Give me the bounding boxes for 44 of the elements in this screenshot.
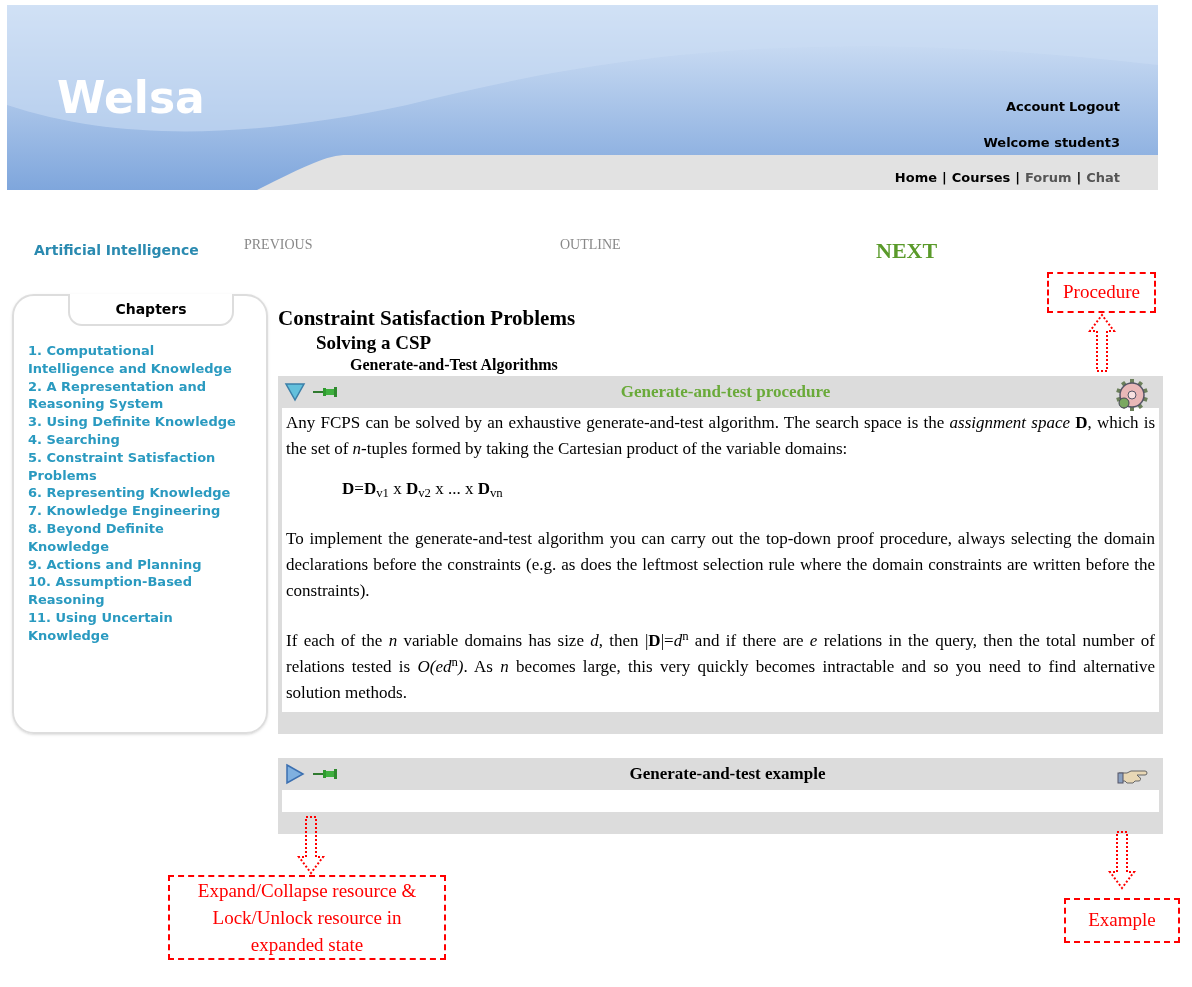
welcome-text: Welcome student3 — [983, 133, 1120, 152]
chapter-link[interactable]: 4. Searching — [28, 431, 236, 449]
section-heading: Solving a CSP — [316, 332, 433, 354]
nav-link[interactable]: Forum — [1024, 168, 1072, 188]
chapter-link[interactable]: 6. Representing Knowledge — [28, 484, 236, 503]
collapse-triangle-icon[interactable] — [284, 381, 306, 403]
annotation-label: Example — [1064, 898, 1180, 943]
nav-separator: | — [942, 169, 947, 187]
down-arrow-icon — [296, 815, 326, 875]
lesson-nav-link[interactable]: NEXT — [876, 233, 1192, 267]
resource-title: Generate-and-test example — [628, 763, 827, 786]
chapter-link[interactable]: 1. Computational Intelligence and Knowledge — [28, 342, 236, 378]
subsection-heading: Generate-and-Test Algorithms — [350, 355, 559, 376]
chapters-title: Chapters — [115, 299, 187, 319]
nav-separator: | — [1015, 169, 1020, 187]
chapter-link[interactable]: 8. Beyond Definite Knowledge — [28, 519, 236, 556]
annotation-label: Procedure — [1047, 272, 1157, 313]
paragraph: Any FCPS can be solved by an exhaustive generate-and-test algorithm. The search space is the assignment space D, which is the set of n-tuples formed by taking the Cartesian product of the variable domains: — [286, 412, 1155, 460]
formula: D=D$_{v1}$ x D$_{v2}$ x ... x D$_{vn}$ — [342, 478, 504, 502]
up-arrow-icon — [1086, 312, 1117, 373]
nav-link[interactable]: Courses — [951, 168, 1011, 188]
account-link[interactable]: Logout — [1069, 97, 1120, 117]
down-arrow-icon — [1107, 830, 1137, 890]
chapter-link[interactable]: 7. Knowledge Engineering — [28, 502, 236, 520]
gear-icon — [1113, 378, 1149, 412]
account-link[interactable]: Account — [1005, 97, 1066, 117]
pin-icon[interactable] — [312, 385, 338, 399]
annotation-label: Expand/Collapse resource & Lock/Unlock resource in expanded state — [168, 875, 446, 960]
nav-link[interactable]: Home — [894, 168, 937, 188]
chapter-link[interactable]: 2. A Representation and Reasoning System — [28, 377, 236, 414]
chapter-link[interactable]: 11. Using Uncertain Knowledge — [28, 608, 236, 645]
course-link[interactable]: Artificial Intelligence — [34, 239, 244, 261]
nav-link[interactable]: Chat — [1086, 168, 1120, 188]
chapter-link[interactable]: 9. Actions and Planning — [28, 555, 236, 574]
expand-triangle-icon[interactable] — [284, 763, 306, 785]
chapter-link[interactable]: 3. Using Definite Knowledge — [28, 413, 236, 431]
resource-title: Generate-and-test procedure — [619, 381, 832, 404]
nav-separator: | — [1076, 169, 1082, 187]
pin-icon[interactable] — [312, 767, 338, 781]
paragraph: To implement the generate-and-test algorithm you can carry out the top-down proof procedure, always selecting the domain declarations before the constraints (e.g. as does the leftmost selection rule where the domain constraints are written before the constraints). — [286, 528, 1155, 602]
chapter-link[interactable]: 5. Constraint Satisfaction Problems — [28, 448, 236, 485]
chapter-link[interactable]: 10. Assumption-Based Reasoning — [28, 573, 236, 609]
chapter-heading: Constraint Satisfaction Problems — [278, 306, 577, 330]
pointing-hand-icon — [1117, 769, 1149, 785]
